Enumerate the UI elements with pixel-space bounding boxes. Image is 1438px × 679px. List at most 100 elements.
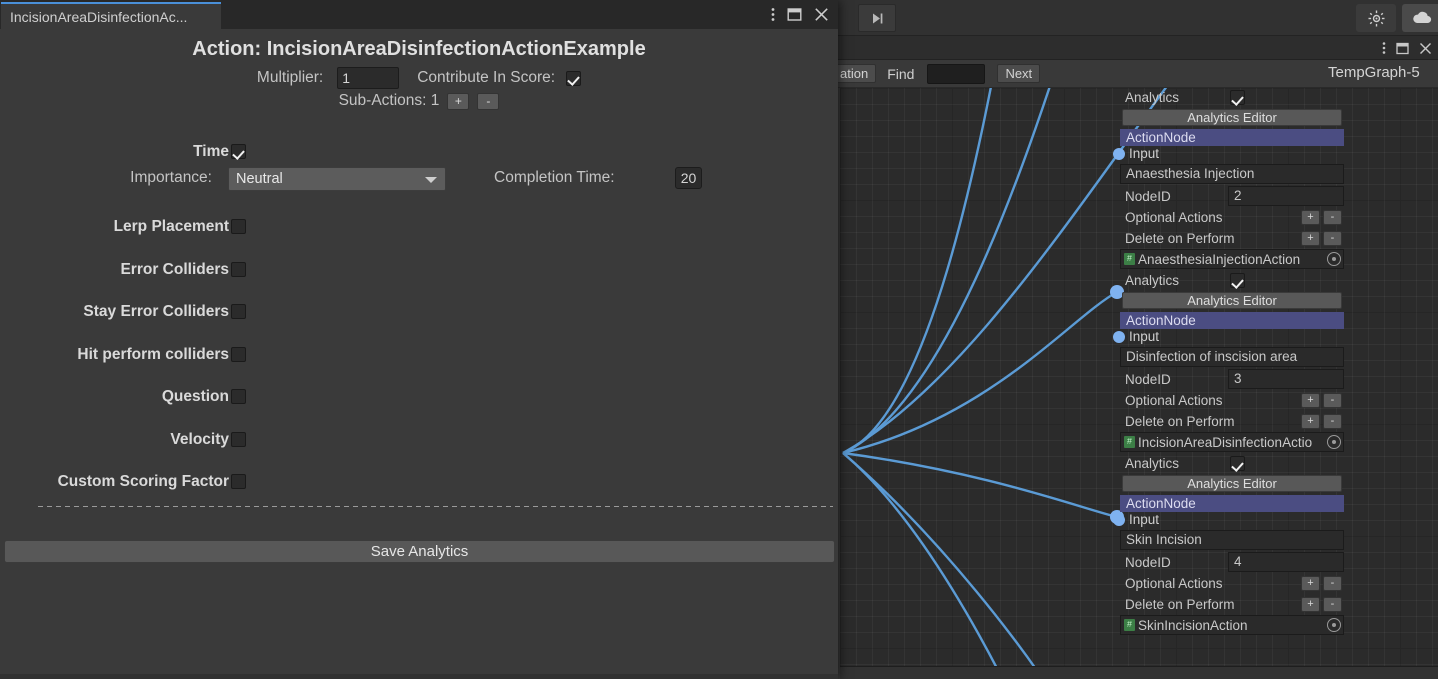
analytics-checkbox[interactable] bbox=[1230, 90, 1245, 105]
analytics-row: Analytics bbox=[1120, 271, 1344, 290]
find-label: Find bbox=[887, 65, 915, 82]
kebab-menu-icon[interactable] bbox=[1382, 41, 1386, 55]
script-object-field[interactable]: # AnaesthesiaInjectionAction bbox=[1120, 249, 1344, 269]
nodeid-input[interactable]: 4 bbox=[1228, 552, 1344, 572]
optional-add-button[interactable]: + bbox=[1301, 209, 1320, 225]
delete-add-button[interactable]: + bbox=[1301, 413, 1320, 429]
gizmo-light-icon bbox=[1368, 10, 1384, 26]
node-block-partial[interactable]: Analytics Analytics Editor bbox=[1120, 88, 1344, 126]
maximize-icon[interactable] bbox=[787, 7, 802, 22]
subactions-remove-button[interactable]: - bbox=[477, 92, 500, 110]
nodeid-input[interactable]: 3 bbox=[1228, 369, 1344, 389]
property-label: Hit perform colliders bbox=[77, 346, 229, 363]
analytics-editor-button[interactable]: Analytics Editor bbox=[1122, 109, 1342, 126]
analytics-checkbox[interactable] bbox=[1230, 456, 1245, 471]
node-inspector-column: Analytics Analytics Editor ActionNode In… bbox=[1113, 88, 1438, 637]
property-checkbox-stay-error-colliders[interactable] bbox=[231, 304, 246, 319]
close-icon[interactable] bbox=[814, 7, 829, 22]
node-input-port[interactable]: Input bbox=[1113, 329, 1344, 347]
delete-on-perform-row: Delete on Perform + - bbox=[1120, 594, 1344, 614]
script-name: AnaesthesiaInjectionAction bbox=[1138, 251, 1301, 267]
kebab-menu-icon[interactable] bbox=[771, 7, 775, 22]
object-picker-icon[interactable] bbox=[1327, 252, 1341, 266]
save-analytics-button[interactable]: Save Analytics bbox=[4, 540, 835, 563]
node-input-port[interactable]: Input bbox=[1113, 146, 1344, 164]
property-checkbox-lerp-placement[interactable] bbox=[231, 219, 246, 234]
node-block[interactable]: ActionNode Input Anaesthesia Injection N… bbox=[1113, 129, 1344, 309]
port-label: Input bbox=[1129, 146, 1160, 161]
node-block[interactable]: ActionNode Input Skin Incision NodeID 4 … bbox=[1113, 495, 1344, 635]
nodeid-row: NodeID 4 bbox=[1120, 552, 1344, 572]
property-label: Error Colliders bbox=[120, 261, 229, 278]
importance-dropdown[interactable]: Neutral bbox=[228, 167, 446, 191]
property-row-velocity: Velocity bbox=[0, 431, 838, 451]
cloud-services-button[interactable] bbox=[1402, 4, 1438, 32]
delete-on-perform-row: Delete on Perform + - bbox=[1120, 411, 1344, 431]
gizmo-light-button[interactable] bbox=[1356, 4, 1396, 32]
optional-add-button[interactable]: + bbox=[1301, 392, 1320, 408]
delete-remove-button[interactable]: - bbox=[1323, 596, 1342, 612]
property-checkbox-custom-scoring-factor[interactable] bbox=[231, 474, 246, 489]
truncated-toolbar-button[interactable]: ation bbox=[832, 64, 877, 83]
delete-remove-button[interactable]: - bbox=[1323, 230, 1342, 246]
analytics-label: Analytics bbox=[1125, 90, 1180, 105]
optional-remove-button[interactable]: - bbox=[1323, 392, 1342, 408]
page-title: Action: IncisionAreaDisinfectionActionEx… bbox=[192, 38, 646, 60]
optional-remove-button[interactable]: - bbox=[1323, 209, 1342, 225]
maximize-icon[interactable] bbox=[1396, 42, 1409, 55]
analytics-checkbox[interactable] bbox=[1230, 273, 1245, 288]
property-checkbox-time[interactable] bbox=[231, 144, 246, 159]
completion-time-label: Completion Time: bbox=[494, 169, 615, 186]
importance-row: Importance: Neutral Completion Time: 20 bbox=[0, 167, 838, 191]
property-checkbox-velocity[interactable] bbox=[231, 432, 246, 447]
node-name-field[interactable]: Skin Incision bbox=[1120, 530, 1344, 550]
property-label: Lerp Placement bbox=[113, 218, 229, 235]
optional-add-button[interactable]: + bbox=[1301, 575, 1320, 591]
importance-value: Neutral bbox=[236, 171, 283, 187]
analytics-editor-button[interactable]: Analytics Editor bbox=[1122, 475, 1342, 492]
script-object-field[interactable]: # SkinIncisionAction bbox=[1120, 615, 1344, 635]
port-dot-icon bbox=[1113, 331, 1125, 343]
script-icon: # bbox=[1124, 619, 1135, 631]
cloud-icon bbox=[1413, 11, 1432, 24]
property-label: Question bbox=[161, 388, 229, 405]
delete-add-button[interactable]: + bbox=[1301, 230, 1320, 246]
step-forward-button[interactable] bbox=[858, 4, 896, 32]
node-name-field[interactable]: Anaesthesia Injection bbox=[1120, 164, 1344, 184]
analytics-label: Analytics bbox=[1125, 273, 1180, 288]
delete-on-perform-row: Delete on Perform + - bbox=[1120, 228, 1344, 248]
optional-actions-row: Optional Actions + - bbox=[1120, 207, 1344, 227]
property-checkbox-question[interactable] bbox=[231, 389, 246, 404]
importance-label: Importance: bbox=[130, 169, 212, 186]
multiplier-input[interactable]: 1 bbox=[337, 67, 400, 89]
node-input-port[interactable]: Input bbox=[1113, 512, 1344, 530]
nodeid-label: NodeID bbox=[1125, 371, 1171, 387]
analytics-editor-button[interactable]: Analytics Editor bbox=[1122, 292, 1342, 309]
object-picker-icon[interactable] bbox=[1327, 618, 1341, 632]
property-row-error-colliders: Error Colliders bbox=[0, 261, 838, 281]
object-picker-icon[interactable] bbox=[1327, 435, 1341, 449]
nodeid-input[interactable]: 2 bbox=[1228, 186, 1344, 206]
delete-remove-button[interactable]: - bbox=[1323, 413, 1342, 429]
graph-title: TempGraph-5 bbox=[1328, 64, 1420, 81]
property-row-question: Question bbox=[0, 388, 838, 408]
close-icon[interactable] bbox=[1419, 42, 1432, 55]
property-checkbox-hit-perform-colliders[interactable] bbox=[231, 347, 246, 362]
node-name-field[interactable]: Disinfection of inscision area bbox=[1120, 347, 1344, 367]
node-header: ActionNode bbox=[1120, 495, 1344, 512]
port-label: Input bbox=[1129, 329, 1160, 344]
find-next-button[interactable]: Next bbox=[997, 64, 1041, 83]
dialog-tab[interactable]: IncisionAreaDisinfectionAc... bbox=[1, 2, 221, 29]
optional-remove-button[interactable]: - bbox=[1323, 575, 1342, 591]
completion-time-input[interactable]: 20 bbox=[675, 167, 702, 189]
contribute-in-score-checkbox[interactable] bbox=[566, 70, 582, 86]
node-block[interactable]: ActionNode Input Disinfection of inscisi… bbox=[1113, 312, 1344, 492]
property-checkbox-error-colliders[interactable] bbox=[231, 262, 246, 277]
find-input[interactable] bbox=[927, 63, 986, 84]
subactions-label: Sub-Actions: 1 bbox=[338, 92, 440, 109]
script-object-field[interactable]: # IncisionAreaDisinfectionActio bbox=[1120, 432, 1344, 452]
subactions-add-button[interactable]: + bbox=[447, 92, 470, 110]
dialog-tabbar: IncisionAreaDisinfectionAc... bbox=[0, 0, 838, 29]
contribute-in-score-label: Contribute In Score: bbox=[417, 69, 556, 86]
delete-add-button[interactable]: + bbox=[1301, 596, 1320, 612]
